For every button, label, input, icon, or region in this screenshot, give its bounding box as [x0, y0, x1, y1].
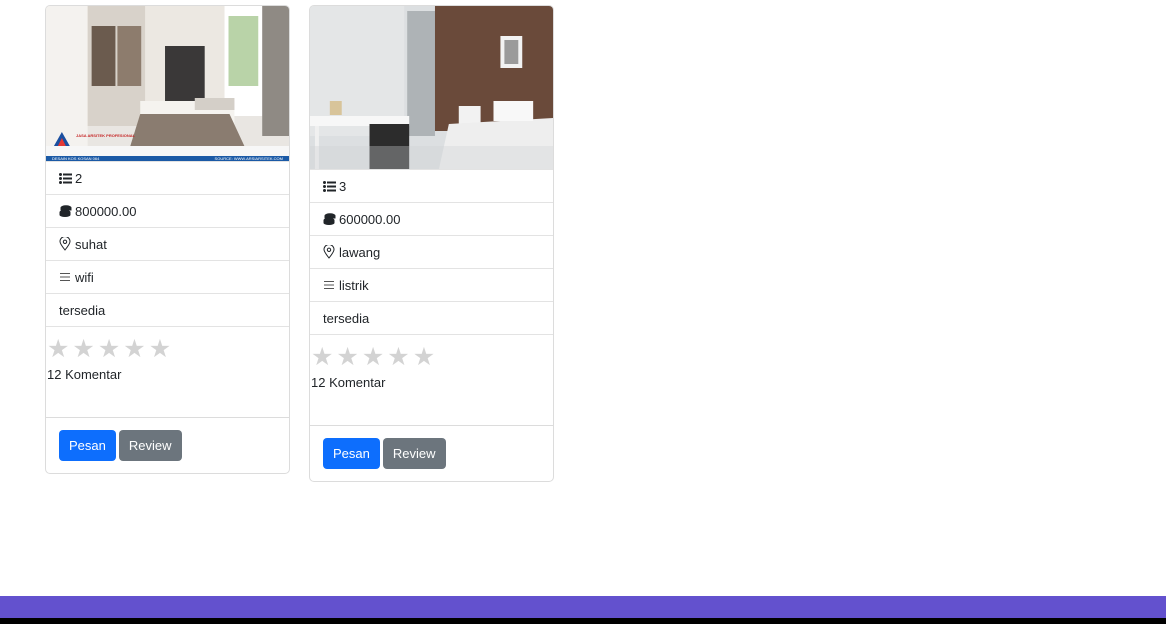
coins-icon: [59, 205, 75, 217]
image-caption-right: SOURCE: WWW.ARSIARSITEK.COM: [214, 156, 283, 161]
status-value: tersedia: [323, 310, 370, 326]
rating-area: ★ ★ ★ ★ ★ 12 Komentar: [46, 326, 289, 417]
card-footer: Pesan Review: [46, 417, 289, 473]
bedroom-image: [310, 6, 553, 169]
price-value: 600000.00: [339, 211, 401, 227]
location-row: suhat: [46, 227, 289, 260]
comment-count: 12 Komentar: [311, 375, 386, 390]
star-icon[interactable]: ★: [47, 335, 69, 363]
room-photo: JASA ARSITEK PROFESIONAL DESAIN KOS KOSA…: [46, 6, 289, 161]
footer-bottom: [0, 618, 1166, 624]
review-button[interactable]: Review: [118, 430, 182, 461]
status-value: tersedia: [59, 302, 106, 318]
star-rating[interactable]: ★ ★ ★ ★ ★: [47, 335, 289, 363]
star-icon[interactable]: ★: [72, 335, 94, 363]
status-row: tersedia: [46, 293, 289, 326]
star-icon[interactable]: ★: [362, 343, 384, 371]
image-caption-left: DESAIN KOS KOSAN 064: [52, 156, 100, 161]
price-row: 800000.00: [46, 194, 289, 227]
image-brand-text: JASA ARSITEK PROFESIONAL: [76, 133, 136, 138]
review-button[interactable]: Review: [382, 438, 446, 469]
location-value: suhat: [75, 236, 107, 252]
rooms-row: 3: [310, 169, 553, 202]
price-value: 800000.00: [75, 203, 137, 219]
facility-row: listrik: [310, 268, 553, 301]
room-photo: [310, 6, 553, 169]
price-row: 600000.00: [310, 202, 553, 235]
location-value: lawang: [339, 244, 381, 260]
card-footer: Pesan Review: [310, 425, 553, 481]
facility-value: listrik: [339, 277, 369, 293]
star-icon[interactable]: ★: [98, 335, 120, 363]
star-icon[interactable]: ★: [336, 343, 358, 371]
list-icon: [323, 180, 339, 192]
rating-area: ★ ★ ★ ★ ★ 12 Komentar: [310, 334, 553, 425]
pesan-button[interactable]: Pesan: [59, 430, 116, 461]
star-icon[interactable]: ★: [387, 343, 409, 371]
room-card: JASA ARSITEK PROFESIONAL DESAIN KOS KOSA…: [45, 5, 290, 474]
lines-icon: [323, 280, 339, 290]
facility-row: wifi: [46, 260, 289, 293]
geo-pin-icon: [323, 245, 339, 259]
geo-pin-icon: [59, 237, 75, 251]
comment-count: 12 Komentar: [47, 367, 122, 382]
room-card: 3 600000.00 lawang listrik tersedia ★ ★ …: [309, 5, 554, 482]
rooms-value: 2: [75, 170, 83, 186]
pesan-button[interactable]: Pesan: [323, 438, 380, 469]
coins-icon: [323, 213, 339, 225]
rooms-value: 3: [339, 178, 347, 194]
location-row: lawang: [310, 235, 553, 268]
facility-value: wifi: [75, 269, 94, 285]
star-icon[interactable]: ★: [413, 343, 435, 371]
star-rating[interactable]: ★ ★ ★ ★ ★: [311, 343, 553, 371]
lines-icon: [59, 272, 75, 282]
star-icon[interactable]: ★: [123, 335, 145, 363]
list-icon: [59, 172, 75, 184]
footer-bar: [0, 596, 1166, 618]
status-row: tersedia: [310, 301, 553, 334]
star-icon[interactable]: ★: [149, 335, 171, 363]
rooms-row: 2: [46, 161, 289, 194]
star-icon[interactable]: ★: [311, 343, 333, 371]
